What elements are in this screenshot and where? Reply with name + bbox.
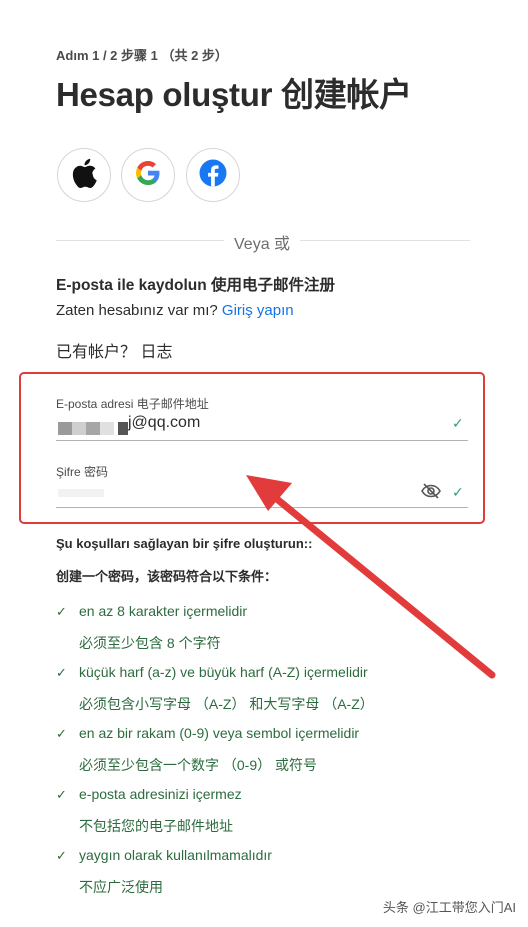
apple-signin-button[interactable] — [57, 148, 111, 202]
conditions-title-cn: 创建一个密码，该密码符合以下条件： — [56, 569, 278, 584]
rule-check-icon: ✓ — [56, 787, 67, 802]
have-account-text: Zaten hesabınız var mı? Giriş yapın — [56, 302, 294, 319]
apple-icon — [71, 158, 97, 193]
masked-password — [58, 489, 104, 497]
rule-item-cn: 必须至少包含 8 个字符 — [79, 635, 221, 651]
redacted-pixel — [72, 422, 86, 435]
rule-item: en az bir rakam (0-9) veya sembol içerme… — [79, 725, 360, 741]
redacted-pixel — [58, 422, 72, 435]
divider-left — [56, 240, 224, 241]
password-label: Şifre 密码 — [56, 465, 109, 479]
conditions-title: Şu koşulları sağlayan bir şifre oluşturu… — [56, 536, 313, 551]
rule-item: en az 8 karakter içermelidir — [79, 603, 248, 619]
email-signup-heading: E-posta ile kaydolun 使用电子邮件注册 — [56, 277, 336, 294]
rule-item: yaygın olarak kullanılmamalıdır — [79, 847, 272, 863]
page-title: Hesap oluştur 创建帐户 — [56, 76, 412, 113]
divider-right — [300, 240, 470, 241]
email-field[interactable] — [56, 416, 468, 442]
rule-item-cn: 必须至少包含一个数字 （0-9） 或符号 — [79, 757, 318, 773]
rule-check-icon: ✓ — [56, 665, 67, 680]
rule-item-cn: 必须包含小写字母 （A-Z） 和大写字母 （A-Z） — [79, 696, 374, 712]
rule-item-cn: 不包括您的电子邮件地址 — [79, 818, 233, 834]
redacted-pixel — [86, 422, 100, 435]
have-account-text-cn: 已有帐户？ 日志 — [56, 344, 173, 361]
google-icon — [134, 159, 162, 192]
email-valid-check-icon: ✓ — [452, 415, 464, 431]
email-label: E-posta adresi 电子邮件地址 — [56, 397, 209, 411]
rule-check-icon: ✓ — [56, 848, 67, 863]
watermark: 头条 @江工带您入门AI — [382, 900, 516, 915]
sign-in-link[interactable]: Giriş yapın — [222, 302, 294, 319]
rule-item: küçük harf (a-z) ve büyük harf (A-Z) içe… — [79, 664, 368, 680]
email-underline — [56, 440, 468, 441]
rule-check-icon: ✓ — [56, 726, 67, 741]
rule-check-icon: ✓ — [56, 604, 67, 619]
redacted-pixel — [100, 422, 114, 435]
facebook-icon — [199, 159, 227, 192]
google-signin-button[interactable] — [121, 148, 175, 202]
divider-label: Veya 或 — [234, 236, 291, 253]
redacted-pixel — [118, 422, 128, 435]
rule-item: e-posta adresinizi içermez — [79, 786, 242, 802]
email-value: j@qq.com — [128, 414, 201, 431]
rule-item-cn: 不应广泛使用 — [79, 879, 163, 895]
facebook-signin-button[interactable] — [186, 148, 240, 202]
step-indicator: Adım 1 / 2 步骤 1 （共 2 步） — [56, 48, 228, 63]
